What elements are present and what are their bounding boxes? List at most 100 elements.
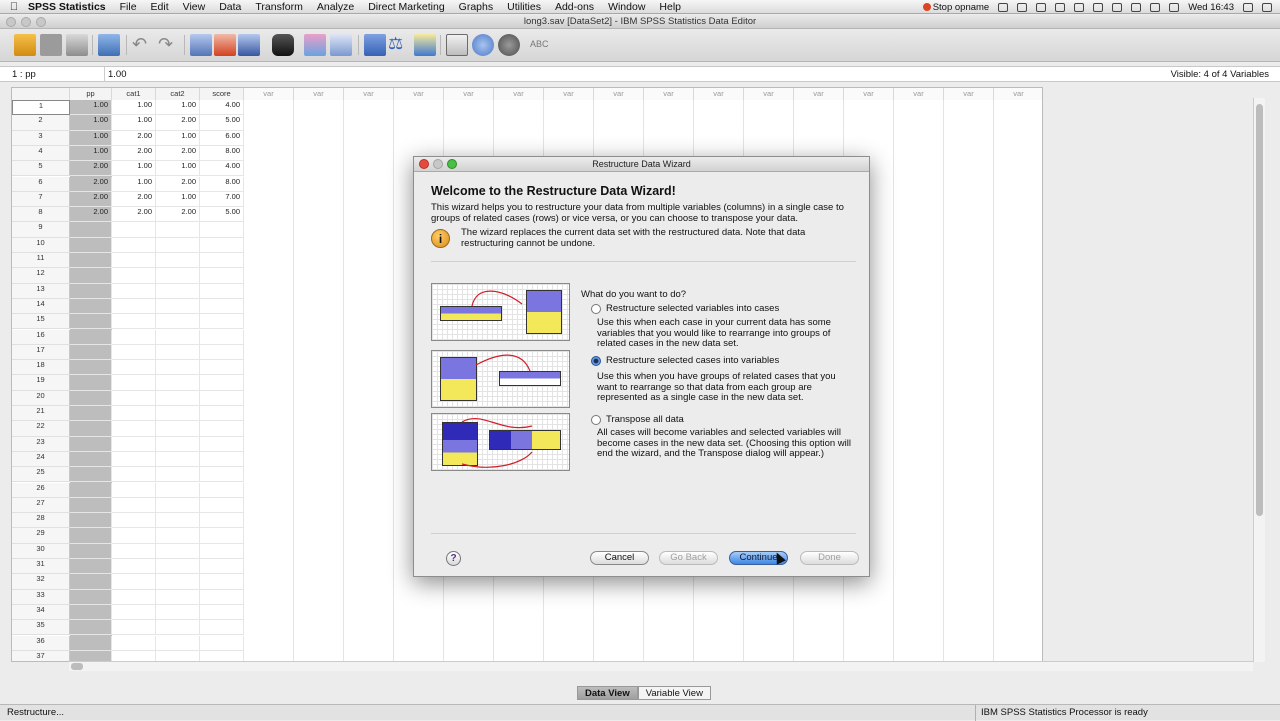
radio-transpose-all[interactable] <box>591 414 601 425</box>
row-header[interactable]: 2 <box>12 115 70 131</box>
table-cell-cat2[interactable] <box>156 451 200 468</box>
table-cell-cat2[interactable] <box>156 314 200 330</box>
table-cell-cat2[interactable] <box>156 253 200 269</box>
dialog-zoom-icon[interactable] <box>447 159 457 169</box>
table-cell-pp[interactable] <box>70 344 112 361</box>
table-cell-score[interactable] <box>200 589 244 605</box>
table-cell-pp[interactable] <box>70 528 112 544</box>
row-header[interactable]: 15 <box>12 314 70 330</box>
row-header[interactable]: 28 <box>12 513 70 529</box>
table-cell-cat2[interactable]: 2.00 <box>156 115 200 131</box>
row-header[interactable]: 7 <box>12 191 70 208</box>
table-cell-cat2[interactable]: 1.00 <box>156 191 200 208</box>
volume-icon[interactable] <box>1131 2 1142 12</box>
table-cell-cat2[interactable] <box>156 298 200 315</box>
column-header-empty-var[interactable]: var <box>644 88 694 100</box>
row-header[interactable]: 12 <box>12 268 70 284</box>
table-cell-pp[interactable]: 2.00 <box>70 161 112 177</box>
row-header[interactable]: 17 <box>12 344 70 361</box>
row-header[interactable]: 6 <box>12 176 70 192</box>
use-variable-sets-icon[interactable] <box>472 34 494 56</box>
table-cell-cat2[interactable]: 2.00 <box>156 145 200 162</box>
table-cell-score[interactable] <box>200 283 244 299</box>
table-cell-pp[interactable] <box>70 298 112 315</box>
dropbox-icon[interactable] <box>998 2 1009 12</box>
table-cell-pp[interactable] <box>70 497 112 514</box>
table-cell-cat2[interactable] <box>156 528 200 544</box>
table-cell-cat2[interactable]: 1.00 <box>156 130 200 146</box>
column-header-empty-var[interactable]: var <box>794 88 844 100</box>
menu-data[interactable]: Data <box>219 1 241 13</box>
table-cell-score[interactable] <box>200 528 244 544</box>
table-cell-score[interactable] <box>200 604 244 621</box>
row-header[interactable]: 3 <box>12 130 70 146</box>
table-cell-cat1[interactable] <box>112 604 156 621</box>
table-cell-pp[interactable] <box>70 390 112 406</box>
row-header[interactable]: 9 <box>12 222 70 238</box>
table-cell-score[interactable] <box>200 421 244 437</box>
table-cell-pp[interactable] <box>70 421 112 437</box>
dialog-minimize-icon[interactable] <box>433 159 443 169</box>
table-cell-pp[interactable] <box>70 589 112 605</box>
column-header-cat1[interactable]: cat1 <box>112 88 156 100</box>
insert-variable-icon[interactable] <box>330 34 352 56</box>
table-cell-score[interactable] <box>200 344 244 361</box>
column-header-score[interactable]: score <box>200 88 244 100</box>
table-cell-cat1[interactable] <box>112 559 156 575</box>
vertical-scroll-thumb[interactable] <box>1256 104 1263 516</box>
headphones-icon[interactable] <box>1074 2 1085 12</box>
table-cell-score[interactable]: 7.00 <box>200 191 244 208</box>
table-cell-cat1[interactable] <box>112 497 156 514</box>
table-cell-score[interactable] <box>200 436 244 452</box>
table-cell-cat1[interactable] <box>112 467 156 483</box>
table-cell-score[interactable]: 6.00 <box>200 130 244 146</box>
table-cell-cat1[interactable] <box>112 268 156 284</box>
table-cell-cat1[interactable]: 1.00 <box>112 115 156 131</box>
table-cell-pp[interactable]: 2.00 <box>70 207 112 223</box>
table-cell-pp[interactable] <box>70 482 112 498</box>
table-cell-cat2[interactable]: 1.00 <box>156 100 200 116</box>
notification-center-icon[interactable] <box>1262 2 1272 12</box>
table-cell-score[interactable]: 5.00 <box>200 115 244 131</box>
column-header-empty-var[interactable]: var <box>494 88 544 100</box>
recall-dialog-icon[interactable] <box>98 34 120 56</box>
clock[interactable]: Wed 16:43 <box>1188 2 1234 13</box>
table-cell-cat2[interactable] <box>156 375 200 391</box>
table-cell-score[interactable] <box>200 222 244 238</box>
table-cell-cat1[interactable] <box>112 451 156 468</box>
table-cell-pp[interactable] <box>70 329 112 345</box>
row-header[interactable]: 13 <box>12 283 70 299</box>
column-header-empty-var[interactable]: var <box>294 88 344 100</box>
table-cell-score[interactable] <box>200 559 244 575</box>
value-labels-icon[interactable] <box>446 34 468 56</box>
table-cell-cat1[interactable] <box>112 528 156 544</box>
column-header-empty-var[interactable]: var <box>444 88 494 100</box>
row-header[interactable]: 30 <box>12 543 70 559</box>
redo-icon[interactable]: ↷ <box>158 34 180 56</box>
menu-view[interactable]: View <box>183 1 206 13</box>
table-cell-pp[interactable] <box>70 635 112 651</box>
table-cell-score[interactable] <box>200 635 244 651</box>
menu-transform[interactable]: Transform <box>255 1 302 13</box>
table-cell-cat2[interactable] <box>156 620 200 636</box>
column-header-empty-var[interactable]: var <box>994 88 1042 100</box>
row-header[interactable]: 24 <box>12 451 70 468</box>
table-cell-pp[interactable] <box>70 237 112 253</box>
column-header-empty-var[interactable]: var <box>944 88 994 100</box>
menu-direct-marketing[interactable]: Direct Marketing <box>368 1 444 13</box>
column-header-cat2[interactable]: cat2 <box>156 88 200 100</box>
tab-data-view[interactable]: Data View <box>577 686 638 700</box>
table-cell-score[interactable] <box>200 298 244 315</box>
menu-analyze[interactable]: Analyze <box>317 1 354 13</box>
row-header[interactable]: 31 <box>12 559 70 575</box>
table-cell-cat1[interactable]: 2.00 <box>112 145 156 162</box>
table-cell-score[interactable] <box>200 513 244 529</box>
table-cell-score[interactable] <box>200 497 244 514</box>
row-header[interactable]: 29 <box>12 528 70 544</box>
radio-cases-into-variables[interactable] <box>591 355 601 366</box>
table-cell-score[interactable] <box>200 375 244 391</box>
table-cell-cat1[interactable] <box>112 513 156 529</box>
row-header[interactable]: 20 <box>12 390 70 406</box>
row-header[interactable]: 5 <box>12 161 70 177</box>
table-cell-pp[interactable] <box>70 222 112 238</box>
